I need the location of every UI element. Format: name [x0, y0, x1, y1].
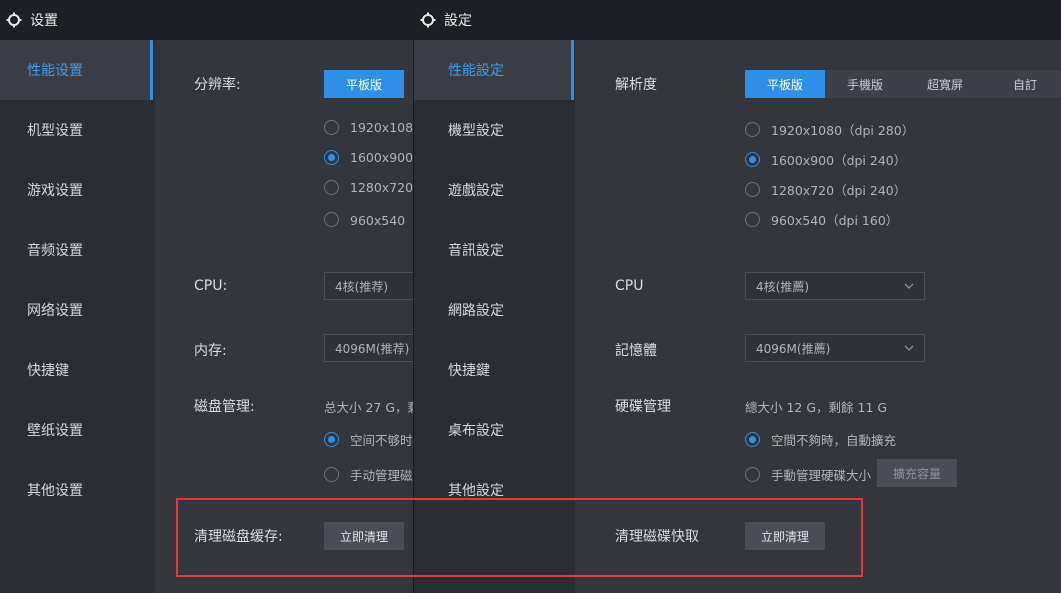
- disk-option-auto[interactable]: 空间不够时,: [324, 430, 413, 449]
- sidebar-item-shortcuts[interactable]: 快捷键: [0, 340, 153, 400]
- sidebar-item-other[interactable]: 其他設定: [414, 460, 574, 520]
- sidebar-item-game[interactable]: 游戏设置: [0, 160, 153, 220]
- cpu-select[interactable]: 4核(推荐): [324, 272, 413, 300]
- clear-cache-label: 清理磁碟快取: [615, 529, 699, 545]
- sidebar-item-performance[interactable]: 性能设置: [0, 40, 153, 100]
- radio-icon: [324, 180, 339, 195]
- clear-now-button[interactable]: 立即清理: [324, 522, 404, 550]
- sidebar-item-model[interactable]: 机型设置: [0, 100, 153, 160]
- expand-capacity-button[interactable]: 擴充容量: [877, 459, 957, 487]
- sidebar-item-audio[interactable]: 音訊設定: [414, 220, 574, 280]
- resolution-option-1600[interactable]: 1600x900（dpi 240）: [745, 150, 906, 169]
- resolution-option-1920[interactable]: 1920x1080: [324, 120, 413, 135]
- resolution-tabs: 平板版 手機版 超寬屏 自訂: [745, 70, 1061, 98]
- radio-selected-icon: [324, 432, 339, 447]
- settings-sidebar: 性能設定 機型設定 遊戲設定 音訊設定 網路設定 快捷鍵 桌布設定 其他設定: [414, 40, 574, 593]
- radio-selected-icon: [745, 432, 760, 447]
- sidebar-item-wallpaper[interactable]: 壁纸设置: [0, 400, 153, 460]
- disk-info: 總大小 12 G，剩餘 11 G: [745, 400, 888, 415]
- memory-label: 内存:: [194, 343, 227, 359]
- sidebar-item-network[interactable]: 網路設定: [414, 280, 574, 340]
- sidebar-item-model[interactable]: 機型設定: [414, 100, 574, 160]
- sidebar-item-game[interactable]: 遊戲設定: [414, 160, 574, 220]
- resolution-option-960[interactable]: 960x540（dpi 160）: [745, 210, 898, 229]
- resolution-option-1280[interactable]: 1280x720（dpi 240）: [745, 180, 906, 199]
- tab-phone[interactable]: 手機版: [825, 70, 905, 98]
- radio-icon: [324, 467, 339, 482]
- resolution-option-960[interactable]: 960x540（: [324, 210, 413, 229]
- chevron-down-icon: [904, 283, 914, 289]
- memory-label: 記憶體: [615, 343, 657, 359]
- clear-now-button[interactable]: 立即清理: [745, 522, 825, 550]
- gear-icon: [6, 12, 22, 28]
- disk-label: 磁盘管理:: [194, 399, 255, 415]
- disk-label: 硬碟管理: [615, 399, 671, 415]
- settings-sidebar: 性能设置 机型设置 游戏设置 音频设置 网络设置 快捷键 壁纸设置 其他设置: [0, 40, 153, 593]
- chevron-down-icon: [904, 345, 914, 351]
- resolution-label: 分辨率:: [194, 77, 241, 93]
- title-bar: 设置: [0, 0, 413, 40]
- cpu-select[interactable]: 4核(推薦): [745, 272, 925, 300]
- disk-option-manual[interactable]: 手動管理硬碟大小: [745, 465, 871, 484]
- radio-icon: [745, 467, 760, 482]
- settings-content: 分辨率: 平板版 1920x1080 1600x900 1280x720 960…: [155, 40, 413, 593]
- sidebar-item-audio[interactable]: 音频设置: [0, 220, 153, 280]
- radio-icon: [324, 212, 339, 227]
- resolution-option-1600[interactable]: 1600x900: [324, 150, 413, 165]
- radio-selected-icon: [324, 150, 339, 165]
- cpu-label: CPU:: [194, 278, 228, 294]
- tab-tablet[interactable]: 平板版: [745, 70, 825, 98]
- sidebar-item-performance[interactable]: 性能設定: [414, 40, 574, 100]
- sidebar-item-shortcuts[interactable]: 快捷鍵: [414, 340, 574, 400]
- radio-icon: [745, 212, 760, 227]
- gear-icon: [420, 12, 436, 28]
- disk-option-manual[interactable]: 手动管理磁: [324, 465, 413, 484]
- disk-option-auto[interactable]: 空間不夠時，自動擴充: [745, 430, 896, 449]
- sidebar-item-wallpaper[interactable]: 桌布設定: [414, 400, 574, 460]
- resolution-tabs: 平板版: [324, 70, 404, 98]
- settings-window-traditional: 設定 性能設定 機型設定 遊戲設定 音訊設定 網路設定 快捷鍵 桌布設定 其他設…: [413, 0, 1061, 593]
- tab-ultrawide[interactable]: 超寬屏: [905, 70, 985, 98]
- memory-select[interactable]: 4096M(推荐): [324, 334, 413, 362]
- radio-icon: [745, 182, 760, 197]
- tab-custom[interactable]: 自訂: [985, 70, 1061, 98]
- sidebar-item-other[interactable]: 其他设置: [0, 460, 153, 520]
- radio-icon: [745, 122, 760, 137]
- tab-tablet[interactable]: 平板版: [324, 70, 404, 98]
- disk-info: 总大小 27 G，剩: [324, 400, 413, 415]
- cpu-label: CPU: [615, 278, 644, 294]
- window-title: 設定: [444, 13, 472, 29]
- radio-selected-icon: [745, 152, 760, 167]
- sidebar-item-network[interactable]: 网络设置: [0, 280, 153, 340]
- resolution-label: 解析度: [615, 77, 657, 93]
- window-title: 设置: [30, 13, 58, 29]
- settings-content: 解析度 平板版 手機版 超寬屏 自訂 1920x1080（dpi 280） 16…: [575, 40, 1061, 593]
- title-bar: 設定: [414, 0, 1061, 40]
- clear-cache-label: 清理磁盘缓存:: [194, 529, 283, 545]
- memory-select[interactable]: 4096M(推薦): [745, 334, 925, 362]
- resolution-option-1280[interactable]: 1280x720: [324, 180, 413, 195]
- settings-window-simplified: 设置 性能设置 机型设置 游戏设置 音频设置 网络设置 快捷键 壁纸设置 其他设…: [0, 0, 413, 593]
- resolution-option-1920[interactable]: 1920x1080（dpi 280）: [745, 120, 914, 139]
- radio-icon: [324, 120, 339, 135]
